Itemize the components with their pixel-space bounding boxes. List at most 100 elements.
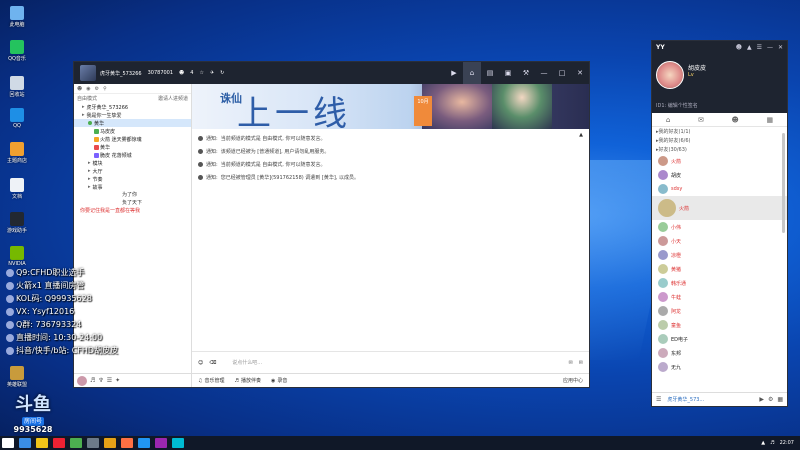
desktop-icon[interactable]: QQ音乐 <box>4 40 30 62</box>
channel-tree-item[interactable]: ▸ 大厅 <box>74 167 191 175</box>
close-icon[interactable]: ✕ <box>778 44 783 51</box>
user-icon[interactable]: ☻ <box>736 44 742 51</box>
desktop-icon[interactable]: QQ <box>4 108 30 129</box>
taskbar-app-icon[interactable] <box>155 438 167 448</box>
profile-signature[interactable]: ID1: 编辑个性签名 <box>656 102 698 109</box>
tab-chat[interactable]: ✉ <box>698 116 704 124</box>
close-icon[interactable]: ✕ <box>571 62 589 84</box>
friend-group-header[interactable]: ▸ 我的好友(1/1) <box>652 127 787 136</box>
channel-tree-item[interactable]: 黄华 <box>74 119 191 127</box>
profile-nickname[interactable]: 胡皮皮 <box>688 63 706 72</box>
volume-icon[interactable]: ♬ <box>770 440 774 446</box>
emoji-icon[interactable]: ☺ <box>198 360 203 366</box>
star-icon[interactable]: ☆ <box>199 70 203 76</box>
friend-group-header[interactable]: ▸ 我的好友(6/6) <box>652 136 787 145</box>
video-icon[interactable]: ▶ <box>759 396 764 403</box>
taskbar-app-icon[interactable] <box>172 438 184 448</box>
user-icon[interactable]: ☻ <box>77 86 82 92</box>
friend-item[interactable]: 凉橙 <box>652 248 787 262</box>
friend-item[interactable]: 小伟 <box>652 220 787 234</box>
taskbar-app-icon[interactable] <box>104 438 116 448</box>
desktop-icon[interactable]: 文档 <box>4 178 30 200</box>
avatar[interactable] <box>77 375 87 386</box>
friend-item[interactable]: 牛蛙 <box>652 290 787 304</box>
current-channel-link[interactable]: 虎牙黄华_573... <box>667 396 704 403</box>
channel-tree-item[interactable]: 黄华 <box>74 143 191 151</box>
desktop-icon[interactable]: 英雄联盟 <box>4 366 30 388</box>
network-icon[interactable]: ▲ <box>761 440 765 446</box>
music-manage-button[interactable]: ♫ 音乐管理 <box>198 377 225 385</box>
channel-tree-item[interactable]: ▸ 节奏 <box>74 175 191 183</box>
board-icon[interactable]: ▤ <box>481 62 499 84</box>
friend-item[interactable]: ED电子 <box>652 332 787 346</box>
bell-icon[interactable]: ✉ <box>579 360 583 366</box>
channel-tree-item[interactable]: ▸ 虎牙黄华_573266 <box>74 103 191 111</box>
video-icon[interactable]: ▶ <box>445 62 463 84</box>
app-center-button[interactable]: 应用中心 <box>563 377 583 384</box>
taskbar-app-icon[interactable] <box>70 438 82 448</box>
taskbar-app-icon[interactable] <box>87 438 99 448</box>
desktop-icon[interactable]: 此电脑 <box>4 6 30 28</box>
chat-icon[interactable]: ✉ <box>569 360 573 366</box>
desktop-icon[interactable]: 游戏助手 <box>4 212 30 234</box>
mic-icon[interactable]: ♆ <box>98 377 103 384</box>
plane-icon[interactable]: ✈ <box>210 70 214 76</box>
friend-item[interactable]: 胡皮 <box>652 168 787 182</box>
friend-group-header[interactable]: ▸ 好友(30/63) <box>652 145 787 154</box>
effects-icon[interactable]: ✦ <box>115 377 120 384</box>
menu-icon[interactable]: ☰ <box>757 44 762 51</box>
friend-item[interactable]: 无九 <box>652 360 787 374</box>
clock[interactable]: 22:07 <box>780 440 794 446</box>
game-icon[interactable]: ▣ <box>499 62 517 84</box>
desktop-icon[interactable]: NVIDIA <box>4 246 30 267</box>
tool-icon[interactable]: ⚒ <box>517 62 535 84</box>
record-button[interactable]: ◉ 录音 <box>271 377 287 385</box>
scroll-up-icon[interactable]: ▲ <box>579 132 583 138</box>
taskbar-app-icon[interactable] <box>36 438 48 448</box>
room-avatar[interactable] <box>80 65 96 81</box>
friend-item[interactable]: 东邦 <box>652 346 787 360</box>
location-icon[interactable]: ◉ <box>86 86 90 92</box>
friend-item[interactable]: 小天 <box>652 234 787 248</box>
share-icon[interactable]: ↻ <box>220 70 224 76</box>
friend-item[interactable]: sdsy <box>652 182 787 196</box>
message-input[interactable]: 说点什么吧... <box>232 359 262 366</box>
channel-tree-item[interactable]: 马皮皮 <box>74 127 191 135</box>
taskbar-app-icon[interactable] <box>53 438 65 448</box>
home-icon[interactable]: ⌂ <box>463 62 481 84</box>
maximize-icon[interactable]: □ <box>553 62 571 84</box>
friend-item[interactable]: 火箭 <box>652 154 787 168</box>
channel-tree-item[interactable]: ▸ 模块 <box>74 159 191 167</box>
settings-icon[interactable]: ⚙ <box>768 396 773 403</box>
search-icon[interactable]: ⚲ <box>103 86 107 92</box>
taskbar-app-icon[interactable] <box>2 438 14 448</box>
shirt-icon[interactable]: ▲ <box>747 44 752 51</box>
minimize-icon[interactable]: — <box>535 62 553 84</box>
invite-link[interactable]: 邀请人进频道 <box>158 95 188 102</box>
desktop-icon[interactable]: 回收站 <box>4 76 30 98</box>
channel-tree-item[interactable]: 脆皮 花落倾城 <box>74 151 191 159</box>
accompaniment-button[interactable]: ♬ 播放伴奏 <box>235 377 262 385</box>
clear-icon[interactable]: ⌫ <box>209 360 216 366</box>
profile-avatar[interactable] <box>656 61 684 89</box>
desktop-icon[interactable]: 主题商店 <box>4 142 30 164</box>
friend-item[interactable]: 阿龙 <box>652 304 787 318</box>
friend-item[interactable]: 黄猪 <box>652 262 787 276</box>
equalizer-icon[interactable]: ☰ <box>107 377 112 384</box>
friend-item[interactable]: 童鱼 <box>652 318 787 332</box>
promo-banner[interactable]: 诛仙 上一线 10月 <box>192 84 589 129</box>
taskbar-app-icon[interactable] <box>19 438 31 448</box>
channel-tree-item[interactable]: 火箭 迷天雾都惊魂 <box>74 135 191 143</box>
friend-scrollbar[interactable] <box>782 133 785 233</box>
speaker-icon[interactable]: ♬ <box>90 377 95 384</box>
channel-tree-item[interactable]: ▸ 故事 <box>74 183 191 191</box>
settings-icon[interactable]: ⚙ <box>95 86 99 92</box>
apps-icon[interactable]: ▦ <box>777 396 783 403</box>
tab-friends[interactable]: ☻ <box>732 116 739 124</box>
taskbar-app-icon[interactable] <box>121 438 133 448</box>
taskbar-app-icon[interactable] <box>138 438 150 448</box>
tab-home[interactable]: ⌂ <box>666 116 670 124</box>
menu-icon[interactable]: ☰ <box>656 396 661 403</box>
friend-item[interactable]: 火箭 <box>652 196 787 220</box>
minimize-icon[interactable]: — <box>767 44 773 51</box>
